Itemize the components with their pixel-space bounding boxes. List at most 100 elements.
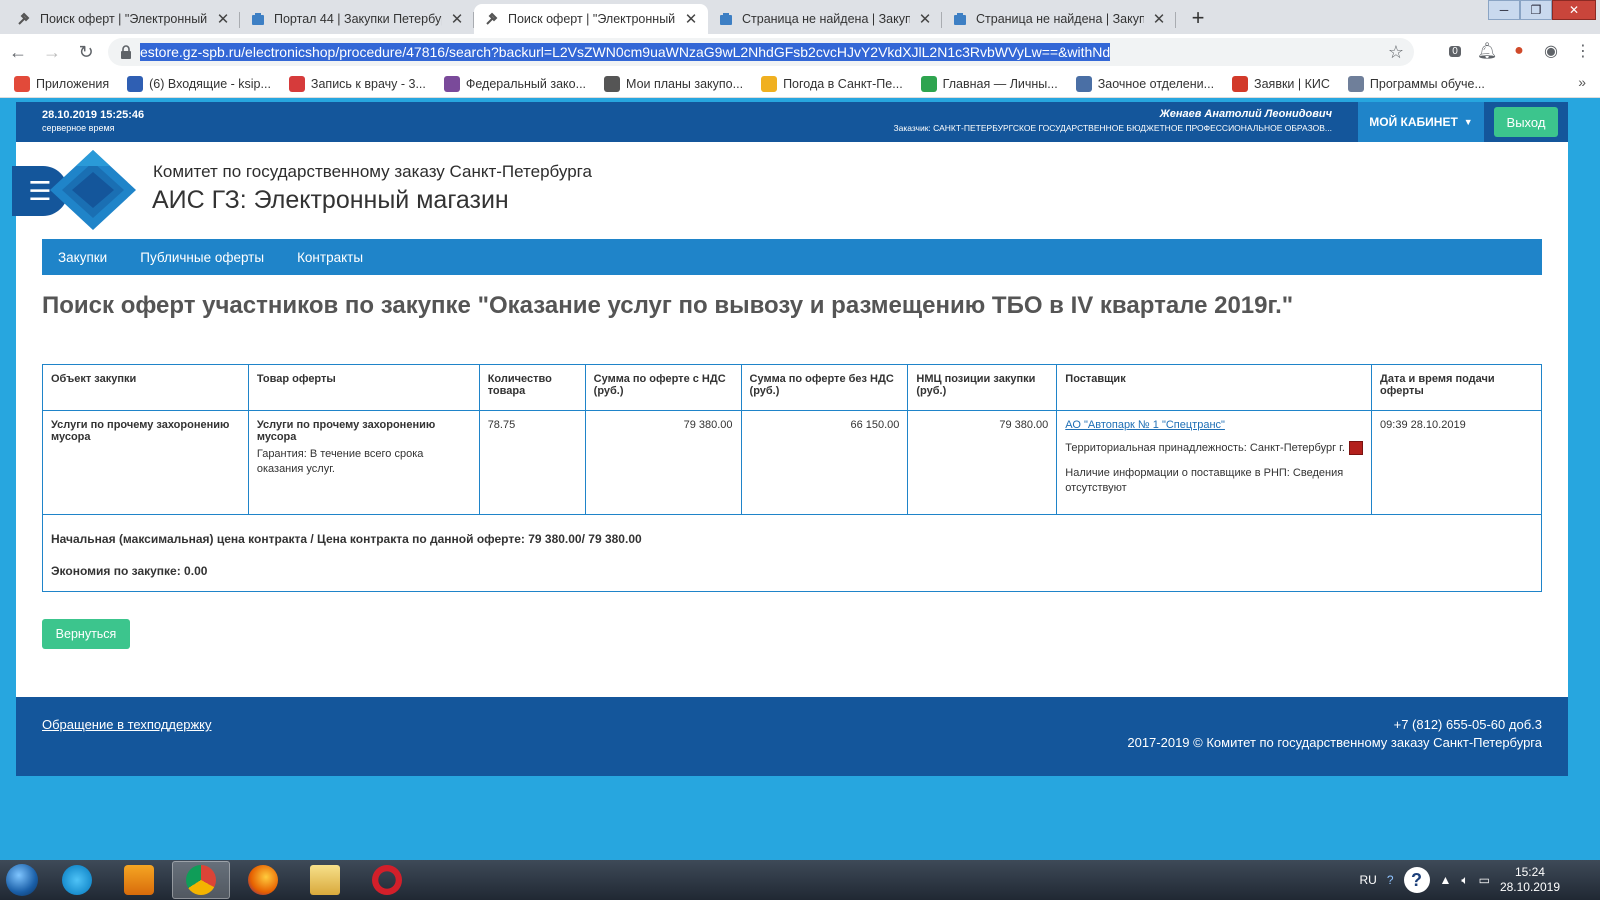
main-nav: Закупки Публичные оферты Контракты — [42, 239, 1542, 275]
back-arrow-icon[interactable]: ← — [2, 36, 34, 68]
supplier-link[interactable]: АО "Автопарк № 1 "Спецтранс" — [1065, 419, 1225, 431]
tab-close-icon[interactable]: ✕ — [450, 10, 464, 28]
browser-tab-4[interactable]: Страница не найдена | Закупки ✕ — [708, 4, 942, 34]
bookmark-favicon-icon — [1347, 75, 1364, 92]
back-button[interactable]: Вернуться — [42, 619, 130, 649]
browser-tab-5[interactable]: Страница не найдена | Закупки ✕ — [942, 4, 1176, 34]
tab-close-icon[interactable]: ✕ — [918, 10, 932, 28]
browser-tab-2[interactable]: Портал 44 | Закупки Петербург ✕ — [240, 4, 474, 34]
reload-icon[interactable]: ↻ — [70, 36, 102, 68]
taskbar-opera[interactable] — [358, 861, 416, 899]
start-button[interactable] — [0, 860, 44, 900]
column-header: Товар оферты — [247, 364, 480, 411]
product-name: Услуги по прочему захоронению мусора — [256, 419, 436, 443]
support-link[interactable]: Обращение в техподдержку — [42, 717, 212, 732]
extension-badge-icon[interactable]: 0 — [1444, 40, 1466, 62]
help-small-icon[interactable]: ? — [1387, 873, 1394, 887]
column-header: НМЦ позиции закупки (руб.) — [907, 364, 1058, 411]
bookmark-item[interactable]: Погода в Санкт-Пе... — [761, 75, 903, 92]
network-icon[interactable]: ▭ — [1479, 873, 1490, 887]
cell-sum-without-vat: 66 150.00 — [740, 410, 909, 515]
column-header: Дата и время подачи оферты — [1371, 364, 1542, 411]
language-indicator[interactable]: RU — [1359, 873, 1376, 887]
clock-time: 15:24 — [1514, 865, 1545, 879]
opera-icon — [372, 865, 402, 895]
bookmark-favicon-icon — [604, 75, 621, 92]
bookmark-item[interactable]: Федеральный зако... — [443, 75, 587, 92]
taskbar: RU ? ? ▲ 🔈︎ ▭ 15:24 28.10.2019 — [0, 860, 1600, 900]
column-header: Поставщик — [1056, 364, 1373, 411]
bookmark-star-icon[interactable]: ☆ — [1388, 42, 1404, 63]
bookmark-item[interactable]: Заявки | КИС — [1232, 75, 1330, 92]
territory-text: Территориальная принадлежность: Санкт-Пе… — [1065, 442, 1345, 454]
bookmarks-overflow-icon[interactable]: » — [1578, 74, 1586, 90]
server-time-label: серверное время — [42, 123, 115, 133]
bookmark-item[interactable]: Приложения — [14, 75, 109, 92]
tab-close-icon[interactable]: ✕ — [684, 10, 698, 28]
offers-table: Объект закупки Товар оферты Количество т… — [42, 364, 1542, 592]
tray-arrow-icon[interactable]: ▲ — [1440, 873, 1452, 887]
tab-title: Поиск оферт | "Электронный ма — [40, 12, 208, 26]
summary-price: Начальная (максимальная) цена контракта … — [51, 532, 642, 546]
kebab-menu-icon[interactable]: ⋮ — [1572, 40, 1594, 62]
tab-close-icon[interactable]: ✕ — [1152, 10, 1166, 28]
page-title: Поиск оферт участников по закупке "Оказа… — [42, 292, 1294, 319]
bookmark-favicon-icon — [761, 75, 778, 92]
profile-icon[interactable]: ◉ — [1540, 40, 1562, 62]
my-cabinet-button[interactable]: МОЙ КАБИНЕТ ▼ — [1358, 102, 1484, 142]
org-title: Комитет по государственному заказу Санкт… — [153, 162, 592, 181]
taskbar-media-player[interactable] — [110, 861, 168, 899]
taskbar-ie[interactable] — [48, 861, 106, 899]
bookmark-favicon-icon — [14, 75, 30, 92]
bookmark-item[interactable]: Главная — Личны... — [920, 75, 1058, 92]
user-name: Женаев Анатолий Леонидович — [1159, 108, 1332, 120]
new-tab-button[interactable]: + — [1184, 4, 1212, 32]
media-player-icon — [124, 865, 154, 895]
tab-close-icon[interactable]: ✕ — [216, 10, 230, 28]
bookmark-item[interactable]: Запись к врачу - 3... — [288, 75, 426, 92]
summary-row: Начальная (максимальная) цена контракта … — [42, 514, 1542, 592]
extension-icon[interactable]: ● — [1508, 40, 1530, 62]
bell-icon[interactable]: 🔔︎ — [1476, 40, 1498, 62]
bookmark-label: Федеральный зако... — [465, 76, 587, 91]
browser-tab-3-active[interactable]: Поиск оферт | "Электронный ма ✕ — [474, 4, 708, 34]
tab-title: Поиск оферт | "Электронный ма — [508, 12, 676, 26]
bookmark-item[interactable]: Программы обуче... — [1347, 75, 1485, 92]
folder-icon — [310, 865, 340, 895]
taskbar-explorer[interactable] — [296, 861, 354, 899]
hammer-icon — [484, 11, 500, 27]
chrome-icon — [186, 865, 216, 895]
table-header-row: Объект закупки Товар оферты Количество т… — [42, 364, 1542, 411]
volume-icon[interactable]: 🔈︎ — [1461, 873, 1468, 888]
address-bar[interactable]: estore.gz-spb.ru/electronicshop/procedur… — [108, 38, 1414, 66]
maximize-icon[interactable]: ❐ — [1520, 0, 1552, 20]
nav-item-public-offers[interactable]: Публичные оферты — [140, 250, 264, 265]
exit-button[interactable]: Выход — [1494, 107, 1558, 137]
bookmark-item[interactable]: Мои планы закупо... — [604, 75, 743, 92]
url-text[interactable]: estore.gz-spb.ru/electronicshop/procedur… — [140, 43, 1110, 61]
window-close-icon[interactable]: ✕ — [1552, 0, 1596, 20]
cell-product: Услуги по прочему захоронению мусора Гар… — [247, 410, 480, 515]
column-header: Объект закупки — [42, 364, 249, 411]
supplier-territory: Территориальная принадлежность: Санкт-Пе… — [1065, 441, 1363, 456]
tab-title: Страница не найдена | Закупки — [976, 12, 1144, 26]
taskbar-chrome[interactable] — [172, 861, 230, 899]
forward-arrow-icon[interactable]: → — [36, 36, 68, 68]
caret-down-icon: ▼ — [1463, 117, 1473, 127]
bookmark-favicon-icon — [127, 75, 144, 92]
app-title: АИС ГЗ: Электронный магазин — [152, 186, 509, 214]
bookmark-item[interactable]: (6) Входящие - ksip... — [127, 75, 271, 92]
lock-icon — [121, 45, 131, 59]
cell-supplier: АО "Автопарк № 1 "Спецтранс" Территориал… — [1056, 410, 1373, 515]
minimize-icon[interactable]: ─ — [1488, 0, 1520, 20]
browser-tab-1[interactable]: Поиск оферт | "Электронный ма ✕ — [6, 4, 240, 34]
nav-item-purchases[interactable]: Закупки — [58, 250, 107, 265]
clock[interactable]: 15:24 28.10.2019 — [1500, 865, 1560, 895]
cell-sum-with-vat: 79 380.00 — [584, 410, 742, 515]
taskbar-firefox[interactable] — [234, 861, 292, 899]
help-icon[interactable]: ? — [1403, 867, 1430, 893]
internet-explorer-icon — [62, 865, 92, 895]
nav-item-contracts[interactable]: Контракты — [297, 250, 363, 265]
my-cabinet-label: МОЙ КАБИНЕТ — [1369, 115, 1458, 129]
bookmark-item[interactable]: Заочное отделени... — [1075, 75, 1214, 92]
